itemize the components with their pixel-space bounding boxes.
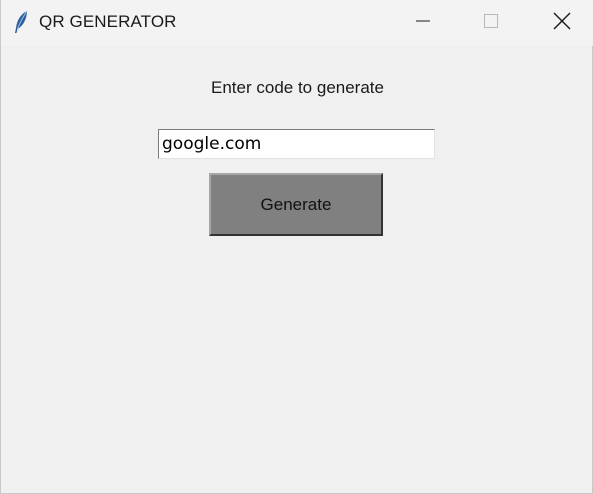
code-input[interactable] [158, 129, 435, 159]
window-title: QR GENERATOR [39, 12, 177, 31]
app-window: QR GENERATOR Enter code to generate Gene… [0, 0, 593, 494]
generate-button[interactable]: Generate [209, 173, 383, 236]
close-icon [553, 12, 571, 35]
prompt-label: Enter code to generate [211, 78, 384, 97]
title-bar[interactable]: QR GENERATOR [1, 0, 593, 46]
maximize-button[interactable] [461, 0, 521, 46]
close-button[interactable] [532, 0, 592, 46]
minimize-button[interactable] [393, 0, 453, 46]
generate-button-label: Generate [260, 194, 332, 214]
feather-icon [11, 10, 31, 34]
maximize-icon [483, 13, 499, 34]
minimize-icon [415, 13, 431, 34]
